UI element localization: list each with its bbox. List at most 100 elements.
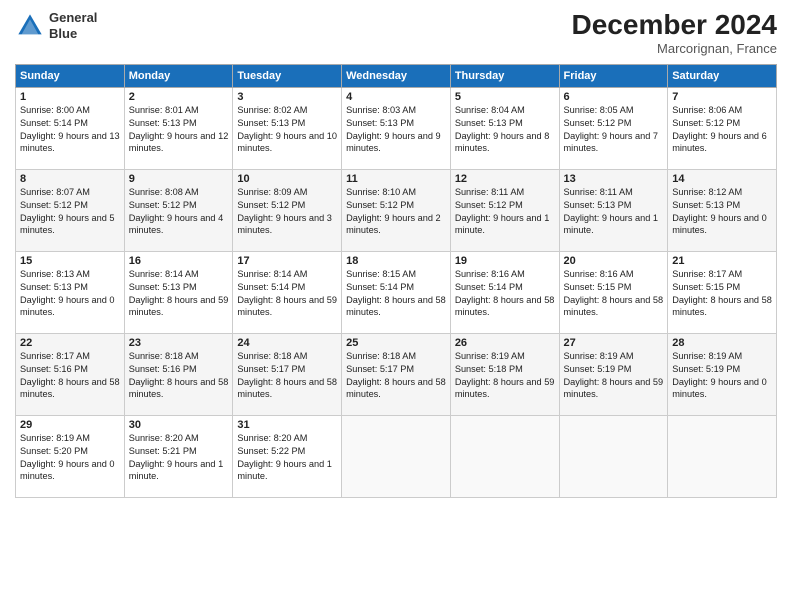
day-number: 19	[455, 255, 555, 267]
logo: General Blue	[15, 10, 97, 41]
logo-text: General Blue	[49, 10, 97, 41]
day-number: 28	[672, 337, 772, 349]
day-number: 6	[564, 91, 664, 103]
table-cell: 22Sunrise: 8:17 AMSunset: 5:16 PMDayligh…	[16, 333, 125, 415]
table-cell	[559, 415, 668, 497]
location: Marcorignan, France	[572, 41, 777, 56]
day-number: 11	[346, 173, 446, 185]
day-number: 3	[237, 91, 337, 103]
day-detail: Sunrise: 8:19 AMSunset: 5:19 PMDaylight:…	[564, 350, 664, 402]
header-row: Sunday Monday Tuesday Wednesday Thursday…	[16, 64, 777, 87]
table-cell: 23Sunrise: 8:18 AMSunset: 5:16 PMDayligh…	[124, 333, 233, 415]
day-number: 24	[237, 337, 337, 349]
table-cell: 24Sunrise: 8:18 AMSunset: 5:17 PMDayligh…	[233, 333, 342, 415]
col-wednesday: Wednesday	[342, 64, 451, 87]
day-detail: Sunrise: 8:11 AMSunset: 5:13 PMDaylight:…	[564, 186, 664, 238]
day-detail: Sunrise: 8:12 AMSunset: 5:13 PMDaylight:…	[672, 186, 772, 238]
calendar-row: 29Sunrise: 8:19 AMSunset: 5:20 PMDayligh…	[16, 415, 777, 497]
table-cell: 31Sunrise: 8:20 AMSunset: 5:22 PMDayligh…	[233, 415, 342, 497]
table-cell: 19Sunrise: 8:16 AMSunset: 5:14 PMDayligh…	[450, 251, 559, 333]
table-cell: 29Sunrise: 8:19 AMSunset: 5:20 PMDayligh…	[16, 415, 125, 497]
table-cell: 16Sunrise: 8:14 AMSunset: 5:13 PMDayligh…	[124, 251, 233, 333]
table-cell: 26Sunrise: 8:19 AMSunset: 5:18 PMDayligh…	[450, 333, 559, 415]
month-title: December 2024	[572, 10, 777, 41]
calendar-row: 15Sunrise: 8:13 AMSunset: 5:13 PMDayligh…	[16, 251, 777, 333]
day-number: 10	[237, 173, 337, 185]
day-detail: Sunrise: 8:14 AMSunset: 5:13 PMDaylight:…	[129, 268, 229, 320]
day-number: 5	[455, 91, 555, 103]
day-detail: Sunrise: 8:14 AMSunset: 5:14 PMDaylight:…	[237, 268, 337, 320]
day-detail: Sunrise: 8:16 AMSunset: 5:15 PMDaylight:…	[564, 268, 664, 320]
day-number: 2	[129, 91, 229, 103]
day-number: 17	[237, 255, 337, 267]
header: General Blue December 2024 Marcorignan, …	[15, 10, 777, 56]
table-cell: 4Sunrise: 8:03 AMSunset: 5:13 PMDaylight…	[342, 87, 451, 169]
table-cell: 13Sunrise: 8:11 AMSunset: 5:13 PMDayligh…	[559, 169, 668, 251]
calendar-row: 8Sunrise: 8:07 AMSunset: 5:12 PMDaylight…	[16, 169, 777, 251]
logo-icon	[15, 11, 45, 41]
day-detail: Sunrise: 8:19 AMSunset: 5:19 PMDaylight:…	[672, 350, 772, 402]
day-number: 14	[672, 173, 772, 185]
day-number: 29	[20, 419, 120, 431]
table-cell: 28Sunrise: 8:19 AMSunset: 5:19 PMDayligh…	[668, 333, 777, 415]
table-cell: 7Sunrise: 8:06 AMSunset: 5:12 PMDaylight…	[668, 87, 777, 169]
day-detail: Sunrise: 8:06 AMSunset: 5:12 PMDaylight:…	[672, 104, 772, 156]
table-cell	[668, 415, 777, 497]
day-detail: Sunrise: 8:01 AMSunset: 5:13 PMDaylight:…	[129, 104, 229, 156]
day-number: 27	[564, 337, 664, 349]
table-cell: 8Sunrise: 8:07 AMSunset: 5:12 PMDaylight…	[16, 169, 125, 251]
day-number: 22	[20, 337, 120, 349]
col-monday: Monday	[124, 64, 233, 87]
day-number: 8	[20, 173, 120, 185]
day-detail: Sunrise: 8:09 AMSunset: 5:12 PMDaylight:…	[237, 186, 337, 238]
day-number: 18	[346, 255, 446, 267]
table-cell: 6Sunrise: 8:05 AMSunset: 5:12 PMDaylight…	[559, 87, 668, 169]
table-cell: 1Sunrise: 8:00 AMSunset: 5:14 PMDaylight…	[16, 87, 125, 169]
calendar-row: 22Sunrise: 8:17 AMSunset: 5:16 PMDayligh…	[16, 333, 777, 415]
day-number: 21	[672, 255, 772, 267]
col-thursday: Thursday	[450, 64, 559, 87]
day-detail: Sunrise: 8:19 AMSunset: 5:20 PMDaylight:…	[20, 432, 120, 484]
day-number: 26	[455, 337, 555, 349]
day-number: 15	[20, 255, 120, 267]
title-block: December 2024 Marcorignan, France	[572, 10, 777, 56]
table-cell: 15Sunrise: 8:13 AMSunset: 5:13 PMDayligh…	[16, 251, 125, 333]
table-cell: 10Sunrise: 8:09 AMSunset: 5:12 PMDayligh…	[233, 169, 342, 251]
day-number: 13	[564, 173, 664, 185]
table-cell: 12Sunrise: 8:11 AMSunset: 5:12 PMDayligh…	[450, 169, 559, 251]
calendar-row: 1Sunrise: 8:00 AMSunset: 5:14 PMDaylight…	[16, 87, 777, 169]
day-number: 9	[129, 173, 229, 185]
day-number: 12	[455, 173, 555, 185]
table-cell: 30Sunrise: 8:20 AMSunset: 5:21 PMDayligh…	[124, 415, 233, 497]
col-friday: Friday	[559, 64, 668, 87]
day-detail: Sunrise: 8:05 AMSunset: 5:12 PMDaylight:…	[564, 104, 664, 156]
day-detail: Sunrise: 8:03 AMSunset: 5:13 PMDaylight:…	[346, 104, 446, 156]
table-cell	[450, 415, 559, 497]
day-detail: Sunrise: 8:18 AMSunset: 5:17 PMDaylight:…	[346, 350, 446, 402]
day-number: 23	[129, 337, 229, 349]
day-detail: Sunrise: 8:07 AMSunset: 5:12 PMDaylight:…	[20, 186, 120, 238]
table-cell	[342, 415, 451, 497]
table-cell: 5Sunrise: 8:04 AMSunset: 5:13 PMDaylight…	[450, 87, 559, 169]
table-cell: 3Sunrise: 8:02 AMSunset: 5:13 PMDaylight…	[233, 87, 342, 169]
day-detail: Sunrise: 8:15 AMSunset: 5:14 PMDaylight:…	[346, 268, 446, 320]
day-detail: Sunrise: 8:13 AMSunset: 5:13 PMDaylight:…	[20, 268, 120, 320]
day-number: 25	[346, 337, 446, 349]
col-saturday: Saturday	[668, 64, 777, 87]
day-detail: Sunrise: 8:20 AMSunset: 5:21 PMDaylight:…	[129, 432, 229, 484]
day-detail: Sunrise: 8:02 AMSunset: 5:13 PMDaylight:…	[237, 104, 337, 156]
day-detail: Sunrise: 8:20 AMSunset: 5:22 PMDaylight:…	[237, 432, 337, 484]
day-number: 7	[672, 91, 772, 103]
day-detail: Sunrise: 8:18 AMSunset: 5:16 PMDaylight:…	[129, 350, 229, 402]
day-number: 1	[20, 91, 120, 103]
table-cell: 27Sunrise: 8:19 AMSunset: 5:19 PMDayligh…	[559, 333, 668, 415]
day-detail: Sunrise: 8:18 AMSunset: 5:17 PMDaylight:…	[237, 350, 337, 402]
day-detail: Sunrise: 8:00 AMSunset: 5:14 PMDaylight:…	[20, 104, 120, 156]
day-detail: Sunrise: 8:17 AMSunset: 5:15 PMDaylight:…	[672, 268, 772, 320]
day-detail: Sunrise: 8:19 AMSunset: 5:18 PMDaylight:…	[455, 350, 555, 402]
table-cell: 20Sunrise: 8:16 AMSunset: 5:15 PMDayligh…	[559, 251, 668, 333]
day-number: 30	[129, 419, 229, 431]
table-cell: 21Sunrise: 8:17 AMSunset: 5:15 PMDayligh…	[668, 251, 777, 333]
table-cell: 9Sunrise: 8:08 AMSunset: 5:12 PMDaylight…	[124, 169, 233, 251]
day-number: 20	[564, 255, 664, 267]
